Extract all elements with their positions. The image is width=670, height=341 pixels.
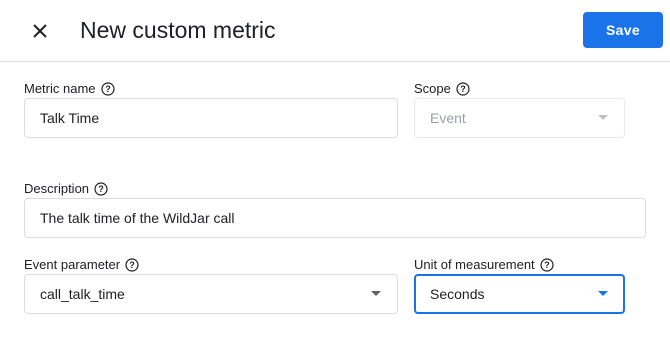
help-icon[interactable]: ?	[125, 258, 139, 272]
chevron-down-icon	[598, 291, 608, 296]
description-field[interactable]	[24, 198, 646, 238]
event-parameter-label-text: Event parameter	[24, 257, 121, 272]
unit-of-measurement-selected-value: Seconds	[430, 286, 485, 302]
help-icon[interactable]: ?	[100, 82, 115, 96]
scope-select: Event	[414, 98, 625, 138]
description-input[interactable]	[40, 210, 645, 226]
event-parameter-selected-value: call_talk_time	[40, 286, 125, 302]
chevron-down-icon	[598, 115, 608, 120]
save-button[interactable]: Save	[583, 12, 663, 48]
chevron-down-icon	[371, 291, 381, 296]
help-icon[interactable]: ?	[94, 182, 108, 196]
event-parameter-label: Event parameter ?	[24, 257, 139, 273]
svg-text:?: ?	[105, 84, 111, 94]
description-label-text: Description	[24, 181, 90, 196]
svg-text:?: ?	[129, 260, 135, 270]
svg-text:?: ?	[460, 84, 466, 94]
unit-of-measurement-label-text: Unit of measurement	[414, 257, 535, 272]
svg-text:?: ?	[544, 260, 550, 270]
help-icon[interactable]: ?	[456, 82, 470, 96]
help-icon[interactable]: ?	[540, 258, 554, 272]
scope-label: Scope ?	[414, 81, 470, 97]
svg-text:?: ?	[98, 184, 104, 194]
metric-name-field[interactable]	[24, 98, 398, 138]
metric-name-label: Metric name ?	[24, 81, 115, 97]
unit-of-measurement-select[interactable]: Seconds	[414, 274, 625, 314]
event-parameter-select[interactable]: call_talk_time	[24, 274, 398, 314]
close-icon	[33, 24, 47, 38]
page-title: New custom metric	[80, 17, 276, 43]
scope-label-text: Scope	[414, 81, 451, 96]
metric-name-label-text: Metric name	[24, 81, 96, 96]
scope-selected-value: Event	[430, 110, 466, 126]
metric-name-input[interactable]	[40, 110, 397, 126]
unit-of-measurement-label: Unit of measurement ?	[414, 257, 554, 273]
dialog-header: New custom metric Save	[0, 0, 670, 62]
description-label: Description ?	[24, 181, 108, 197]
close-button[interactable]	[24, 15, 56, 47]
